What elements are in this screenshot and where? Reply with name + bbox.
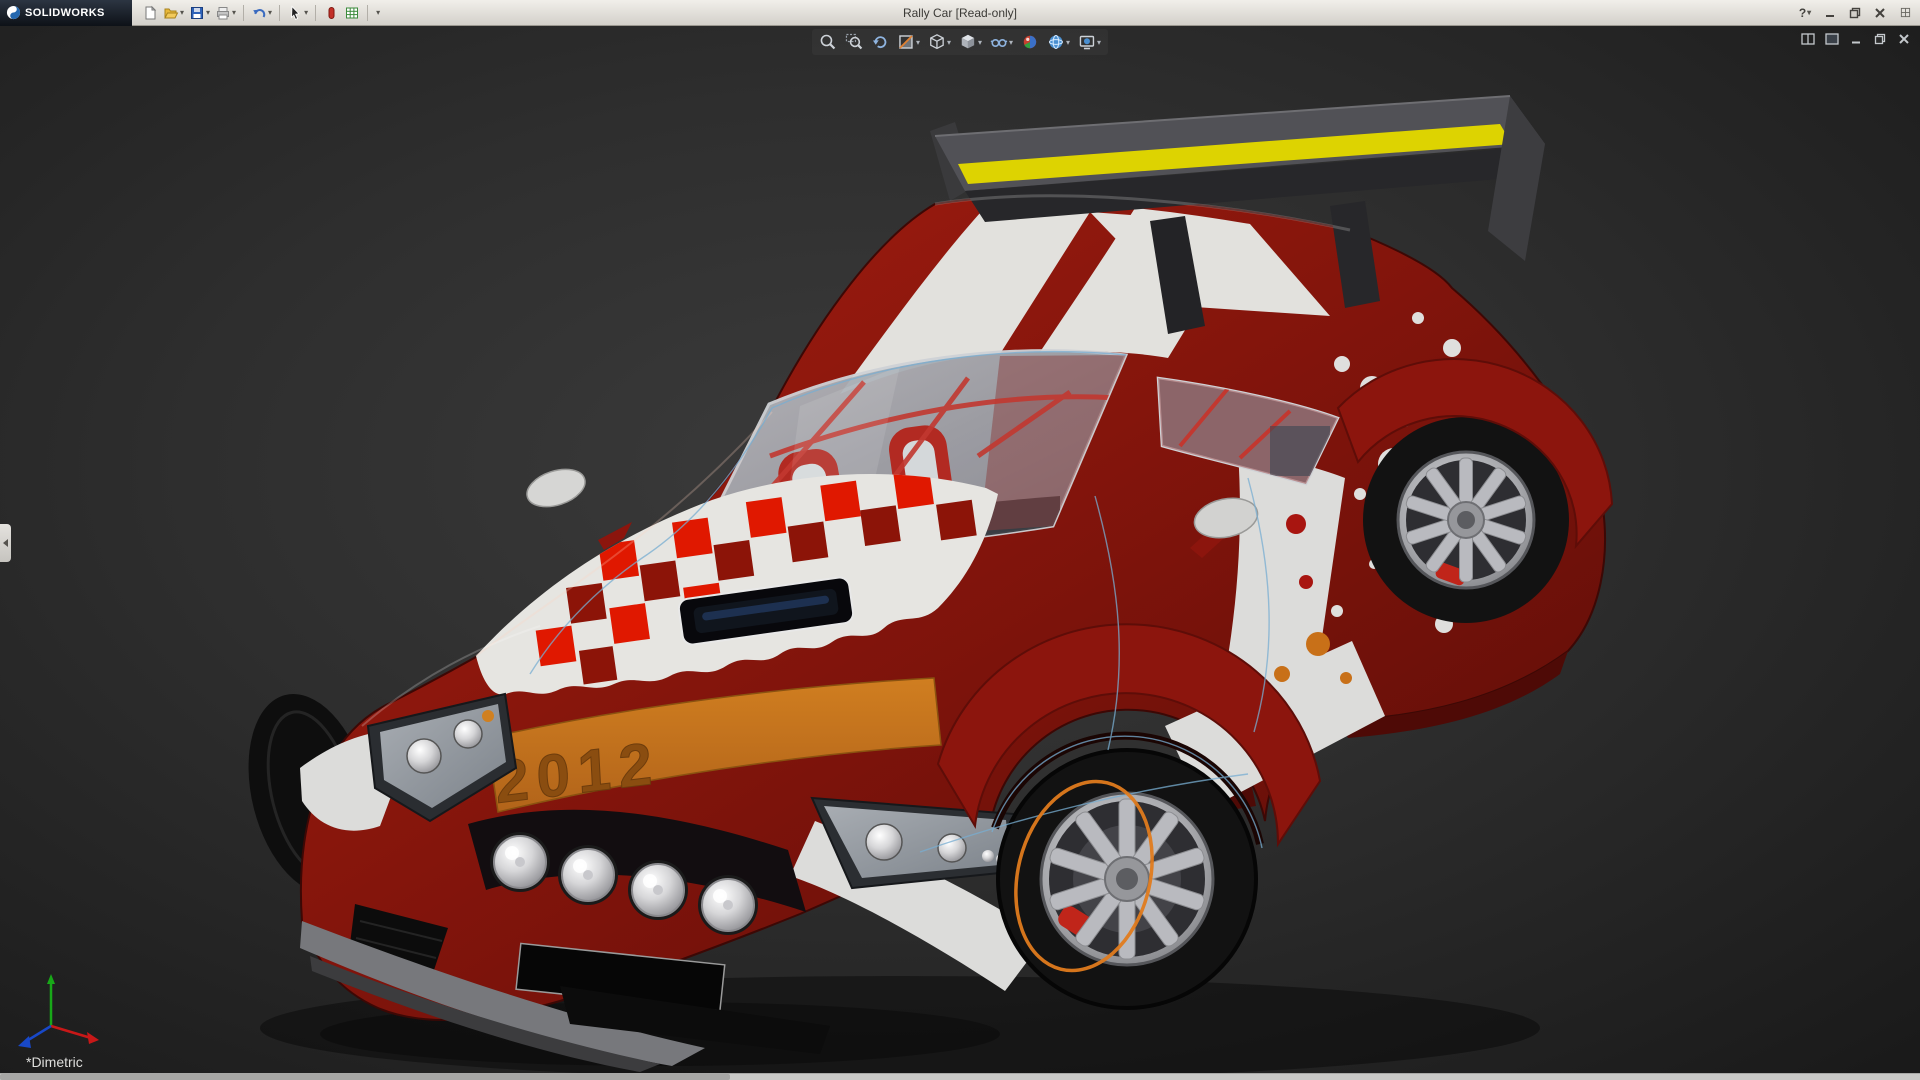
toolbar-separator xyxy=(279,5,280,21)
select-button[interactable]: ▾ xyxy=(285,3,310,23)
help-icon: ? xyxy=(1799,6,1806,20)
apply-scene-button[interactable]: ▾ xyxy=(1044,30,1073,54)
toolbar-separator xyxy=(243,5,244,21)
zoom-to-fit-button[interactable] xyxy=(816,30,840,54)
pane-split-button[interactable] xyxy=(1798,30,1818,48)
doc-close-button[interactable] xyxy=(1894,30,1914,48)
pane-split-icon xyxy=(1801,33,1815,45)
appearance-swatch-icon xyxy=(323,5,339,21)
undo-button[interactable]: ▾ xyxy=(249,3,274,23)
edit-appearance-button[interactable] xyxy=(1018,30,1042,54)
featuremanager-collapsed-tab[interactable] xyxy=(0,524,11,562)
hide-show-items-caret[interactable]: ▾ xyxy=(1009,38,1013,47)
solidworks-swirl-icon xyxy=(6,5,21,20)
open-button[interactable]: ▾ xyxy=(161,3,186,23)
edit-appearance-icon xyxy=(1021,33,1039,51)
open-dropdown-caret[interactable]: ▾ xyxy=(180,9,184,17)
doc-restore-button[interactable] xyxy=(1870,30,1890,48)
apply-scene-caret[interactable]: ▾ xyxy=(1066,38,1070,47)
help-caret: ▾ xyxy=(1807,9,1811,17)
design-table-icon xyxy=(344,5,360,21)
save-button[interactable]: ▾ xyxy=(187,3,212,23)
heads-up-view-toolbar: ▾ ▾ ▾ ▾ xyxy=(812,29,1108,55)
section-view-icon xyxy=(897,33,915,51)
section-view-button[interactable]: ▾ xyxy=(894,30,923,54)
view-settings-icon xyxy=(1078,33,1096,51)
window-controls: ?▾ xyxy=(1794,4,1920,22)
doc-minimize-button[interactable] xyxy=(1846,30,1866,48)
zoom-to-fit-icon xyxy=(819,33,837,51)
doc-close-icon xyxy=(1898,33,1910,45)
new-document-button[interactable] xyxy=(140,3,160,23)
view-orientation-icon xyxy=(928,33,946,51)
print-icon xyxy=(215,5,231,21)
doc-restore-icon xyxy=(1874,33,1886,45)
minimize-button[interactable] xyxy=(1819,4,1841,22)
close-button[interactable] xyxy=(1869,4,1891,22)
toolbar-separator xyxy=(315,5,316,21)
view-orientation-button[interactable]: ▾ xyxy=(925,30,954,54)
print-dropdown-caret[interactable]: ▾ xyxy=(232,9,236,17)
zoom-to-area-button[interactable] xyxy=(842,30,866,54)
doc-minimize-icon xyxy=(1850,33,1862,45)
solidworks-logo: SOLIDWORKS xyxy=(0,0,132,26)
horizontal-scrollbar-thumb[interactable] xyxy=(0,1074,730,1080)
horizontal-scrollbar[interactable] xyxy=(0,1073,1920,1080)
hide-show-items-icon xyxy=(990,33,1008,51)
toolbar-options-caret: ▾ xyxy=(376,9,380,17)
zoom-to-area-icon xyxy=(845,33,863,51)
view-settings-caret[interactable]: ▾ xyxy=(1097,38,1101,47)
help-button[interactable]: ?▾ xyxy=(1794,4,1816,22)
display-style-button[interactable]: ▾ xyxy=(956,30,985,54)
close-icon xyxy=(1874,7,1886,19)
main-toolbar: ▾ ▾ ▾ ▾ xyxy=(132,3,382,23)
graphics-viewport[interactable]: 2012 xyxy=(0,26,1920,1080)
minimize-icon xyxy=(1824,7,1836,19)
title-bar: SOLIDWORKS ▾ ▾ xyxy=(0,0,1920,26)
apply-scene-icon xyxy=(1047,33,1065,51)
open-folder-icon xyxy=(163,5,179,21)
document-window-controls xyxy=(1798,30,1914,48)
save-dropdown-caret[interactable]: ▾ xyxy=(206,9,210,17)
toolbar-options-button[interactable]: ▾ xyxy=(373,3,382,23)
previous-view-button[interactable] xyxy=(868,30,892,54)
design-table-button[interactable] xyxy=(342,3,362,23)
restore-icon xyxy=(1849,7,1861,19)
view-settings-button[interactable]: ▾ xyxy=(1075,30,1104,54)
section-view-caret[interactable]: ▾ xyxy=(916,38,920,47)
toolbar-separator xyxy=(367,5,368,21)
chevron-left-icon xyxy=(3,539,8,547)
pane-full-icon xyxy=(1825,33,1839,45)
print-button[interactable]: ▾ xyxy=(213,3,238,23)
corner-grid-icon xyxy=(1900,7,1911,18)
car-front-wheel xyxy=(998,750,1256,1008)
view-orientation-caret[interactable]: ▾ xyxy=(947,38,951,47)
undo-dropdown-caret[interactable]: ▾ xyxy=(268,9,272,17)
display-style-icon xyxy=(959,33,977,51)
3d-scene: 2012 xyxy=(0,26,1920,1080)
corner-grid-button[interactable] xyxy=(1894,4,1916,22)
solidworks-window: SOLIDWORKS ▾ ▾ xyxy=(0,0,1920,1080)
undo-icon xyxy=(251,5,267,21)
brand-text: SOLIDWORKS xyxy=(25,7,105,19)
select-cursor-icon xyxy=(287,5,303,21)
appearance-button[interactable] xyxy=(321,3,341,23)
hide-show-items-button[interactable]: ▾ xyxy=(987,30,1016,54)
pane-full-button[interactable] xyxy=(1822,30,1842,48)
save-icon xyxy=(189,5,205,21)
display-style-caret[interactable]: ▾ xyxy=(978,38,982,47)
view-orientation-label: *Dimetric xyxy=(26,1054,83,1070)
restore-button[interactable] xyxy=(1844,4,1866,22)
new-document-icon xyxy=(142,5,158,21)
select-dropdown-caret[interactable]: ▾ xyxy=(304,9,308,17)
previous-view-icon xyxy=(871,33,889,51)
